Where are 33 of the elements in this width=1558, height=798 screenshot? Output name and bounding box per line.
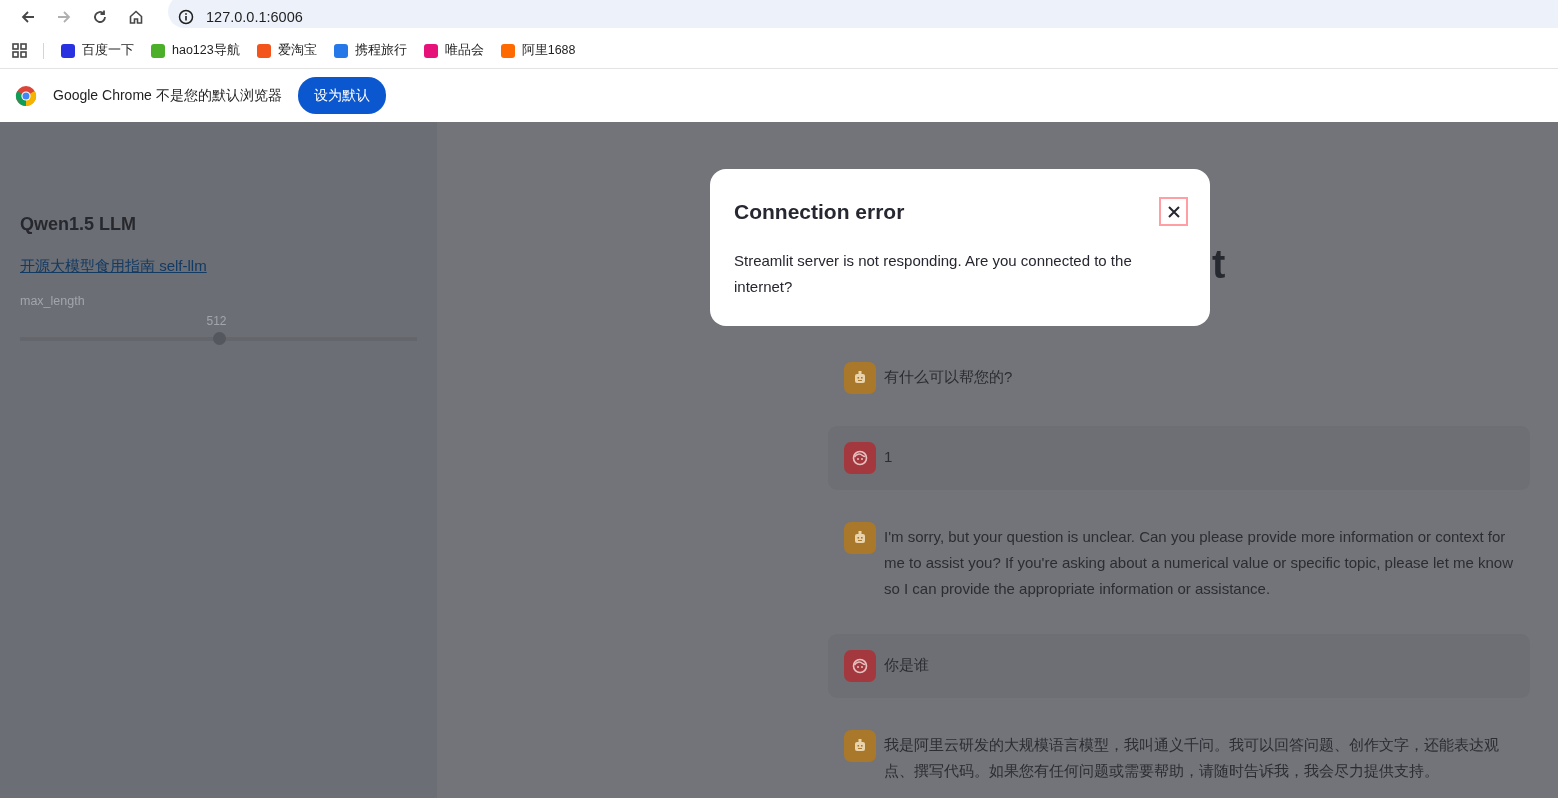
address-field[interactable]: 127.0.0.1:6006 bbox=[206, 8, 303, 25]
bookmark[interactable]: 阿里1688 bbox=[499, 42, 576, 59]
set-default-button[interactable]: 设为默认 bbox=[297, 77, 386, 114]
close-button[interactable] bbox=[1159, 197, 1188, 226]
dialog-message: Streamlit server is not responding. Are you connected to the internet? bbox=[734, 251, 1133, 297]
chrome-logo-icon bbox=[15, 84, 37, 107]
apps-icon[interactable] bbox=[12, 43, 27, 58]
default-browser-message: Google Chrome 不是您的默认浏览器 bbox=[53, 86, 282, 105]
message-text: 我是阿里云研发的大规模语言模型，我叫通义千问。我可以回答问题、创作文字，还能表达观点、撰写代码。如果您有任何问题或需要帮助，请随时告诉我，我会尽力提供支持。 bbox=[884, 735, 1500, 781]
bookmark[interactable]: 爱淘宝 bbox=[255, 42, 317, 59]
bookmark[interactable]: hao123导航 bbox=[150, 42, 240, 59]
page-title: t bbox=[1212, 242, 1226, 286]
message-text: 1 bbox=[884, 447, 893, 467]
dialog-title: Connection error bbox=[734, 199, 905, 224]
slider-value: 512 bbox=[205, 314, 228, 328]
reload-icon[interactable] bbox=[92, 8, 108, 25]
message-text: 你是谁 bbox=[884, 655, 929, 675]
close-icon bbox=[1167, 205, 1180, 218]
face-avatar-icon bbox=[844, 442, 876, 474]
home-icon[interactable] bbox=[128, 8, 144, 25]
info-icon[interactable] bbox=[178, 8, 194, 25]
bookmark[interactable]: 唯品会 bbox=[422, 42, 484, 59]
slider-label: max_length bbox=[20, 294, 86, 308]
robot-avatar-icon bbox=[844, 730, 876, 762]
robot-avatar-icon bbox=[844, 522, 876, 554]
back-icon[interactable] bbox=[20, 8, 36, 25]
face-avatar-icon bbox=[844, 650, 876, 682]
sidebar-title: Qwen1.5 LLM bbox=[20, 214, 137, 235]
message-text: 有什么可以帮您的? bbox=[884, 367, 1013, 387]
message-text: I'm sorry, but your question is unclear. Can you please provide more information or context for me to assist you? If you're asking about a numerical value or specific topic, please let me know so I can provide the appropriate information or assistance. bbox=[884, 527, 1514, 599]
robot-avatar-icon bbox=[844, 362, 876, 394]
bookmark[interactable]: 百度一下 bbox=[60, 42, 134, 59]
bookmark[interactable]: 携程旅行 bbox=[332, 42, 407, 59]
